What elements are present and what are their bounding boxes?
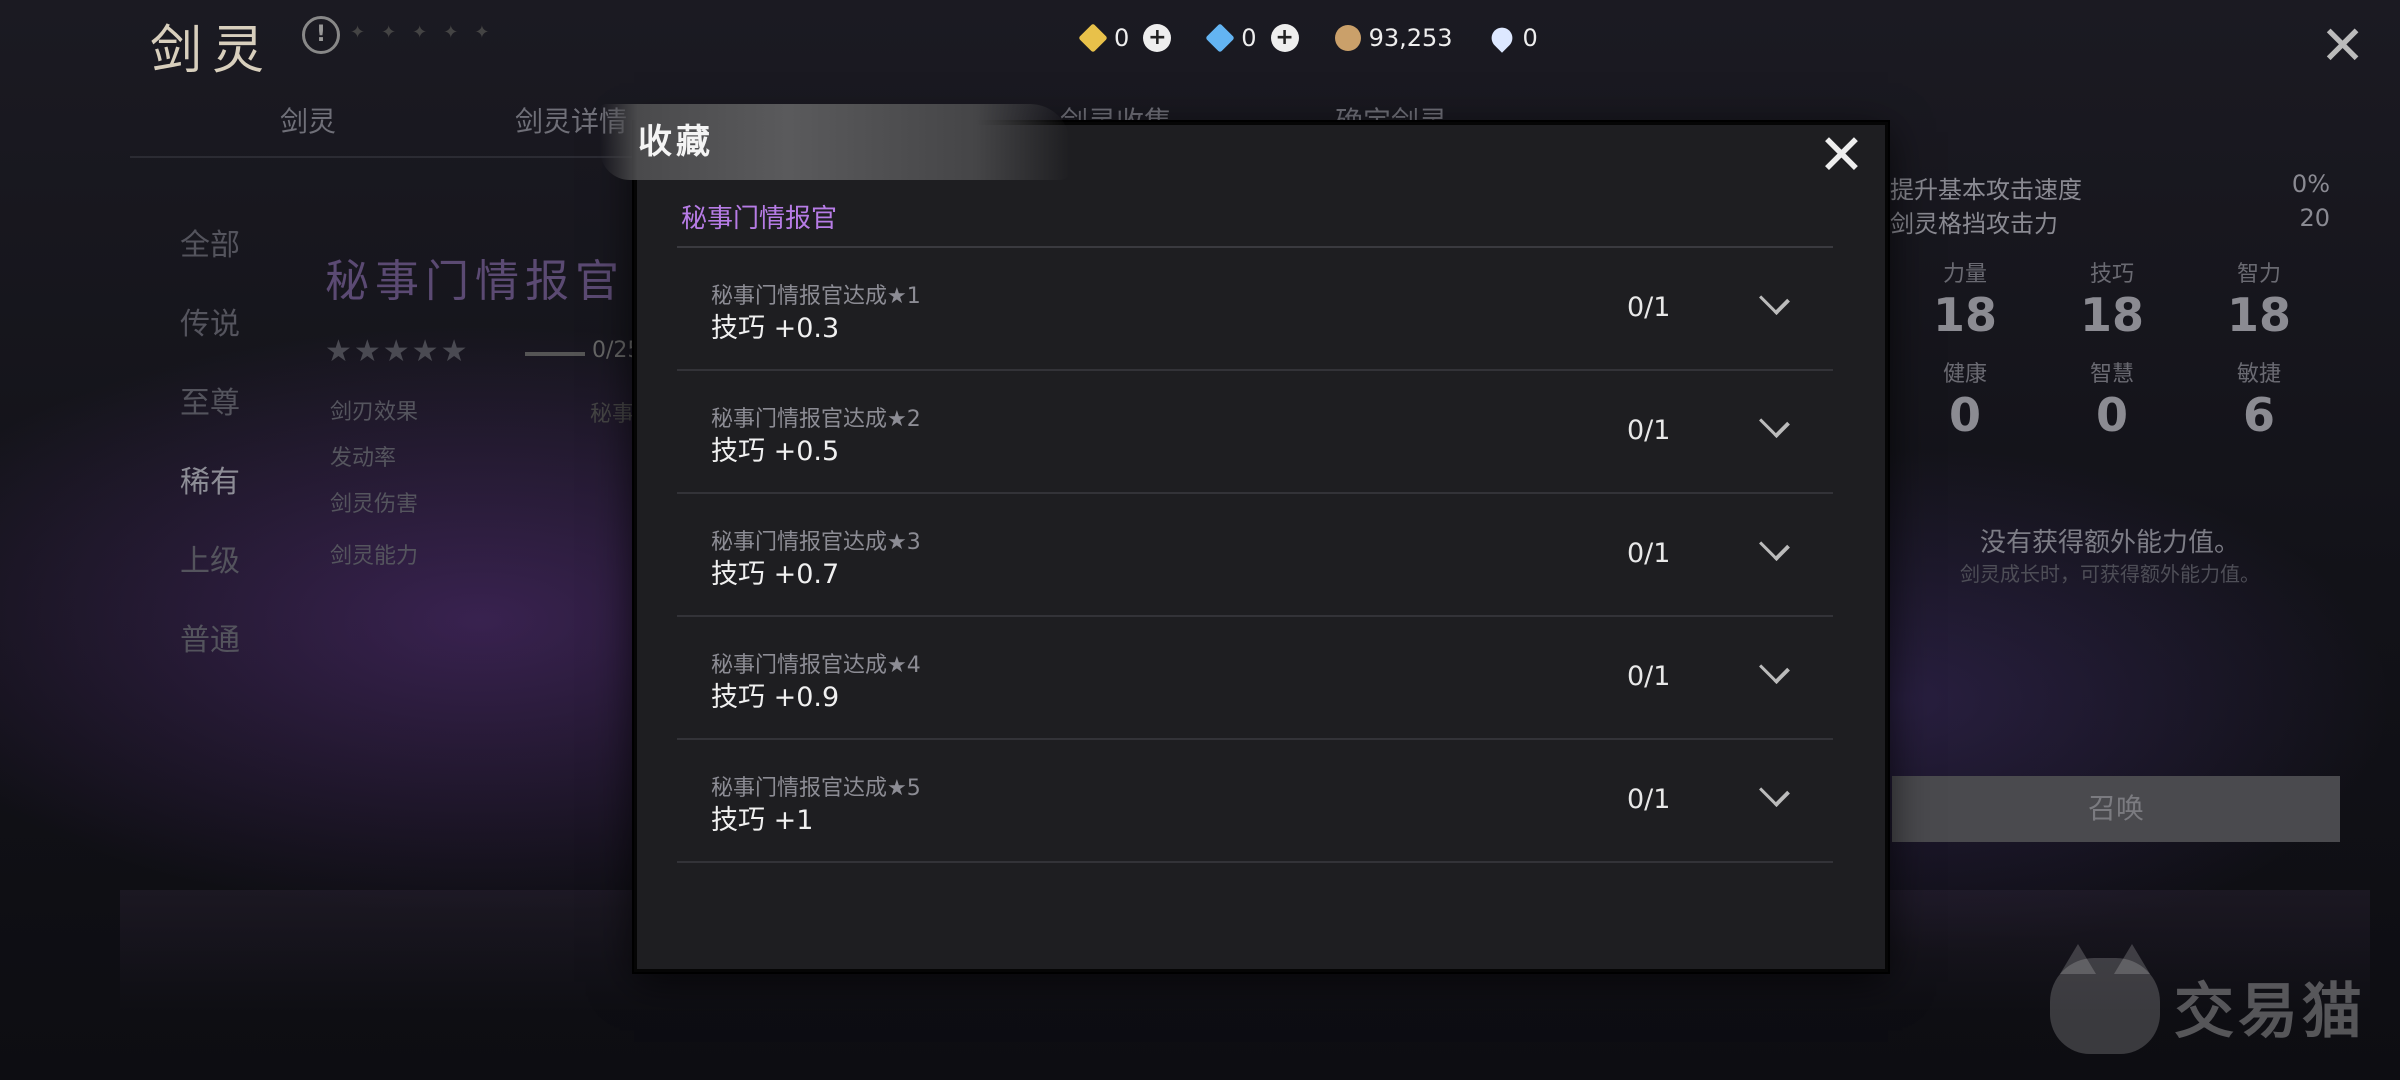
blue-gem-icon (1205, 23, 1235, 53)
chevron-down-icon[interactable] (1760, 657, 1790, 687)
soul-flame-value: 0 (1522, 24, 1538, 52)
game-logo: 剑灵 (150, 21, 275, 81)
no-extra-stats-text: 没有获得额外能力值。 (1979, 528, 2240, 558)
growth-progress-bar (525, 352, 585, 356)
attribute-skill: 技巧 18 (2079, 262, 2144, 342)
soul-flame-icon (1486, 23, 1517, 53)
category-normal[interactable]: 普通 (180, 615, 240, 659)
achievement-reward: 技巧 +0.3 (711, 313, 840, 344)
category-supreme[interactable]: 至尊 (180, 378, 240, 422)
section-header: 秘事门情报官 (681, 204, 838, 234)
coin-icon (1334, 25, 1361, 51)
category-legend[interactable]: 传说 (180, 299, 240, 343)
stat-label: 剑灵伤害 (330, 492, 419, 517)
tab-spirit[interactable]: 剑灵 (280, 100, 336, 140)
achievement-progress: 0/1 (1627, 415, 1671, 446)
stat-row-value: 0% (2291, 170, 2330, 198)
gold-gem-value: 0 (1114, 24, 1130, 52)
header-decoration: ✦✦✦✦✦ (350, 22, 506, 43)
cat-logo-icon (2050, 944, 2160, 1054)
achievement-item[interactable]: 秘事门情报官达成★2 技巧 +0.5 0/1 (677, 371, 1833, 494)
coin-value: 93,253 (1368, 24, 1453, 52)
achievement-progress: 0/1 (1627, 292, 1671, 323)
achievement-reward: 技巧 +0.5 (711, 436, 840, 467)
chevron-down-icon[interactable] (1760, 534, 1790, 564)
stat-row-label: 提升基本攻击速度 (1890, 176, 2082, 204)
stat-label: 剑刃效果 (330, 400, 419, 425)
no-extra-stats-hint: 剑灵成长时，可获得额外能力值。 (1960, 562, 2260, 586)
stat-row: 提升基本攻击速度 0% (1890, 170, 2330, 205)
stat-row-value: 20 (2299, 204, 2330, 232)
achievement-item[interactable]: 秘事门情报官达成★5 技巧 +1 0/1 (677, 740, 1833, 863)
chevron-down-icon[interactable] (1760, 780, 1790, 810)
category-superior[interactable]: 上级 (180, 536, 240, 580)
stat-label: 剑灵能力 (330, 544, 419, 569)
stat-row: 剑灵格挡攻击力 20 (1890, 204, 2330, 239)
chevron-down-icon[interactable] (1760, 411, 1790, 441)
watermark: 交易猫 (2050, 944, 2366, 1054)
star-rating: ★★★★★ (325, 334, 470, 369)
stat-value-hint: 秘事 (590, 402, 635, 427)
summon-button[interactable]: 召唤 (1892, 776, 2340, 842)
achievement-reward: 技巧 +1 (711, 805, 814, 836)
close-icon[interactable]: ✕ (2320, 19, 2365, 73)
attribute-health: 健康 0 (1942, 362, 1987, 442)
attribute-wisdom: 智慧 0 (2089, 362, 2134, 442)
achievement-progress: 0/1 (1627, 784, 1671, 815)
attribute-agility: 敏捷 6 (2236, 362, 2281, 442)
watermark-text: 交易猫 (2174, 976, 2366, 1047)
achievement-reward: 技巧 +0.9 (711, 682, 840, 713)
attribute-strength: 力量 18 (1932, 262, 1997, 342)
gold-gem-icon (1078, 23, 1108, 53)
category-all[interactable]: 全部 (180, 220, 240, 264)
achievement-item[interactable]: 秘事门情报官达成★3 技巧 +0.7 0/1 (677, 494, 1833, 617)
attribute-intellect: 智力 18 (2226, 262, 2291, 342)
category-rare[interactable]: 稀有 (180, 457, 240, 501)
blue-gem-value: 0 (1241, 24, 1257, 52)
currency-bar: 0 + 0 + 93,253 0 (1078, 23, 1544, 53)
achievement-item[interactable]: 秘事门情报官达成★4 技巧 +0.9 0/1 (677, 617, 1833, 740)
achievement-progress: 0/1 (1627, 661, 1671, 692)
achievement-list: 秘事门情报官达成★1 技巧 +0.3 0/1 秘事门情报官达成★2 技巧 +0.… (677, 248, 1833, 863)
add-gold-gem-button[interactable]: + (1143, 24, 1172, 52)
achievement-progress: 0/1 (1627, 538, 1671, 569)
character-name: 秘事门情报官 (325, 256, 625, 307)
modal-close-icon[interactable]: ✕ (1818, 128, 1865, 184)
achievement-reward: 技巧 +0.7 (711, 559, 840, 590)
chevron-down-icon[interactable] (1760, 288, 1790, 318)
stat-row-label: 剑灵格挡攻击力 (1890, 210, 2058, 238)
add-blue-gem-button[interactable]: + (1270, 24, 1299, 52)
achievement-item[interactable]: 秘事门情报官达成★1 技巧 +0.3 0/1 (677, 248, 1833, 371)
stat-label: 发动率 (330, 446, 397, 471)
modal-title: 收藏 (638, 122, 714, 162)
info-icon[interactable]: ! (302, 16, 340, 54)
